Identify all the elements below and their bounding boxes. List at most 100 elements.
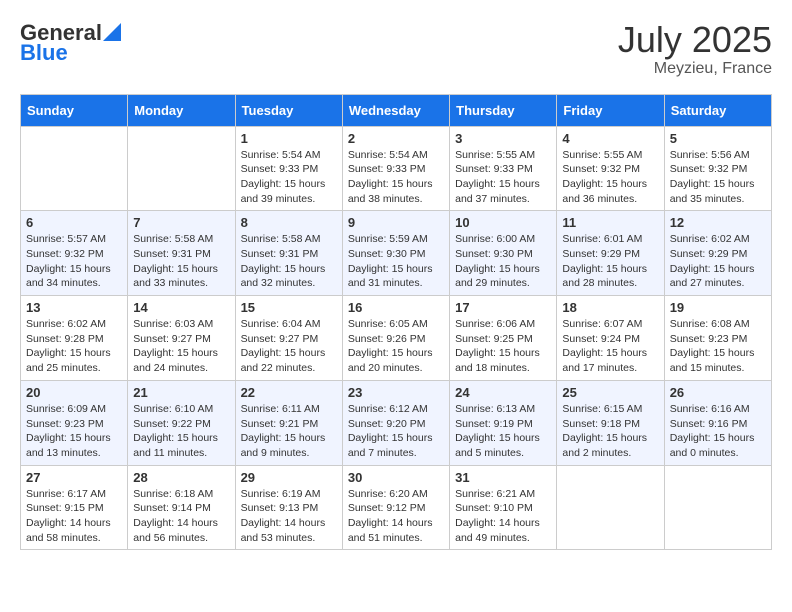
day-number: 30 bbox=[348, 470, 444, 485]
calendar-table: Sunday Monday Tuesday Wednesday Thursday… bbox=[20, 94, 772, 551]
day-detail: Sunrise: 5:58 AM Sunset: 9:31 PM Dayligh… bbox=[241, 232, 337, 291]
day-detail: Sunrise: 5:58 AM Sunset: 9:31 PM Dayligh… bbox=[133, 232, 229, 291]
day-detail: Sunrise: 5:57 AM Sunset: 9:32 PM Dayligh… bbox=[26, 232, 122, 291]
day-detail: Sunrise: 5:54 AM Sunset: 9:33 PM Dayligh… bbox=[348, 148, 444, 207]
table-row: 25 Sunrise: 6:15 AM Sunset: 9:18 PM Dayli… bbox=[557, 380, 664, 465]
day-number: 28 bbox=[133, 470, 229, 485]
table-row: 11 Sunrise: 6:01 AM Sunset: 9:29 PM Dayli… bbox=[557, 211, 664, 296]
day-number: 29 bbox=[241, 470, 337, 485]
day-number: 17 bbox=[455, 300, 551, 315]
table-row: 24Sunrise: 6:13 AM Sunset: 9:19 PM Dayli… bbox=[450, 380, 557, 465]
col-sunday: Sunday bbox=[21, 94, 128, 126]
day-number: 7 bbox=[133, 215, 229, 230]
table-row: 9 Sunrise: 5:59 AM Sunset: 9:30 PM Daylig… bbox=[342, 211, 449, 296]
page-header: General Blue July 2025 Meyzieu, France bbox=[20, 20, 772, 78]
table-row: 8Sunrise: 5:58 AM Sunset: 9:31 PM Daylig… bbox=[235, 211, 342, 296]
calendar-week-row: 6 Sunrise: 5:57 AM Sunset: 9:32 PM Daylig… bbox=[21, 211, 772, 296]
table-row: 18 Sunrise: 6:07 AM Sunset: 9:24 PM Dayli… bbox=[557, 296, 664, 381]
day-number: 27 bbox=[26, 470, 122, 485]
logo-triangle-icon bbox=[103, 23, 121, 41]
col-monday: Monday bbox=[128, 94, 235, 126]
day-detail: Sunrise: 6:07 AM Sunset: 9:24 PM Dayligh… bbox=[562, 317, 658, 376]
table-row: 12 Sunrise: 6:02 AM Sunset: 9:29 PM Dayli… bbox=[664, 211, 771, 296]
day-number: 18 bbox=[562, 300, 658, 315]
day-detail: Sunrise: 6:20 AM Sunset: 9:12 PM Dayligh… bbox=[348, 487, 444, 546]
day-detail: Sunrise: 6:00 AM Sunset: 9:30 PM Dayligh… bbox=[455, 232, 551, 291]
table-row: 10 Sunrise: 6:00 AM Sunset: 9:30 PM Dayli… bbox=[450, 211, 557, 296]
day-number: 4 bbox=[562, 131, 658, 146]
day-number: 26 bbox=[670, 385, 766, 400]
location-subtitle: Meyzieu, France bbox=[618, 60, 772, 78]
day-number: 3 bbox=[455, 131, 551, 146]
day-detail: Sunrise: 5:59 AM Sunset: 9:30 PM Dayligh… bbox=[348, 232, 444, 291]
day-number: 23 bbox=[348, 385, 444, 400]
table-row: 22 Sunrise: 6:11 AM Sunset: 9:21 PM Dayli… bbox=[235, 380, 342, 465]
day-number: 24 bbox=[455, 385, 551, 400]
day-number: 12 bbox=[670, 215, 766, 230]
month-year-title: July 2025 bbox=[618, 20, 772, 60]
day-detail: Sunrise: 6:05 AM Sunset: 9:26 PM Dayligh… bbox=[348, 317, 444, 376]
day-detail: Sunrise: 6:15 AM Sunset: 9:18 PM Dayligh… bbox=[562, 402, 658, 461]
day-detail: Sunrise: 6:06 AM Sunset: 9:25 PM Dayligh… bbox=[455, 317, 551, 376]
calendar-header-row: Sunday Monday Tuesday Wednesday Thursday… bbox=[21, 94, 772, 126]
table-row: 23 Sunrise: 6:12 AM Sunset: 9:20 PM Dayli… bbox=[342, 380, 449, 465]
table-row: 20 Sunrise: 6:09 AM Sunset: 9:23 PM Dayli… bbox=[21, 380, 128, 465]
day-number: 25 bbox=[562, 385, 658, 400]
table-row: 15Sunrise: 6:04 AM Sunset: 9:27 PM Dayli… bbox=[235, 296, 342, 381]
col-wednesday: Wednesday bbox=[342, 94, 449, 126]
calendar-week-row: 27 Sunrise: 6:17 AM Sunset: 9:15 PM Dayli… bbox=[21, 465, 772, 550]
day-detail: Sunrise: 6:11 AM Sunset: 9:21 PM Dayligh… bbox=[241, 402, 337, 461]
table-row: 26 Sunrise: 6:16 AM Sunset: 9:16 PM Dayli… bbox=[664, 380, 771, 465]
day-number: 9 bbox=[348, 215, 444, 230]
table-row bbox=[664, 465, 771, 550]
table-row: 6 Sunrise: 5:57 AM Sunset: 9:32 PM Daylig… bbox=[21, 211, 128, 296]
table-row: 2Sunrise: 5:54 AM Sunset: 9:33 PM Daylig… bbox=[342, 126, 449, 211]
table-row: 13 Sunrise: 6:02 AM Sunset: 9:28 PM Dayli… bbox=[21, 296, 128, 381]
day-detail: Sunrise: 6:02 AM Sunset: 9:29 PM Dayligh… bbox=[670, 232, 766, 291]
table-row: 27 Sunrise: 6:17 AM Sunset: 9:15 PM Dayli… bbox=[21, 465, 128, 550]
table-row: 3 Sunrise: 5:55 AM Sunset: 9:33 PM Daylig… bbox=[450, 126, 557, 211]
day-number: 16 bbox=[348, 300, 444, 315]
day-detail: Sunrise: 6:01 AM Sunset: 9:29 PM Dayligh… bbox=[562, 232, 658, 291]
day-detail: Sunrise: 6:09 AM Sunset: 9:23 PM Dayligh… bbox=[26, 402, 122, 461]
day-detail: Sunrise: 6:02 AM Sunset: 9:28 PM Dayligh… bbox=[26, 317, 122, 376]
table-row: 1Sunrise: 5:54 AM Sunset: 9:33 PM Daylig… bbox=[235, 126, 342, 211]
day-number: 22 bbox=[241, 385, 337, 400]
day-detail: Sunrise: 6:12 AM Sunset: 9:20 PM Dayligh… bbox=[348, 402, 444, 461]
day-detail: Sunrise: 6:17 AM Sunset: 9:15 PM Dayligh… bbox=[26, 487, 122, 546]
calendar-week-row: 1Sunrise: 5:54 AM Sunset: 9:33 PM Daylig… bbox=[21, 126, 772, 211]
table-row: 14Sunrise: 6:03 AM Sunset: 9:27 PM Dayli… bbox=[128, 296, 235, 381]
table-row bbox=[21, 126, 128, 211]
col-thursday: Thursday bbox=[450, 94, 557, 126]
day-number: 15 bbox=[241, 300, 337, 315]
table-row: 5 Sunrise: 5:56 AM Sunset: 9:32 PM Daylig… bbox=[664, 126, 771, 211]
col-tuesday: Tuesday bbox=[235, 94, 342, 126]
table-row bbox=[557, 465, 664, 550]
day-detail: Sunrise: 5:56 AM Sunset: 9:32 PM Dayligh… bbox=[670, 148, 766, 207]
day-number: 20 bbox=[26, 385, 122, 400]
calendar-week-row: 20 Sunrise: 6:09 AM Sunset: 9:23 PM Dayli… bbox=[21, 380, 772, 465]
day-number: 14 bbox=[133, 300, 229, 315]
day-number: 10 bbox=[455, 215, 551, 230]
col-friday: Friday bbox=[557, 94, 664, 126]
table-row: 17 Sunrise: 6:06 AM Sunset: 9:25 PM Dayli… bbox=[450, 296, 557, 381]
day-detail: Sunrise: 5:55 AM Sunset: 9:33 PM Dayligh… bbox=[455, 148, 551, 207]
day-number: 31 bbox=[455, 470, 551, 485]
table-row: 29Sunrise: 6:19 AM Sunset: 9:13 PM Dayli… bbox=[235, 465, 342, 550]
table-row: 7 Sunrise: 5:58 AM Sunset: 9:31 PM Daylig… bbox=[128, 211, 235, 296]
table-row: 30 Sunrise: 6:20 AM Sunset: 9:12 PM Dayli… bbox=[342, 465, 449, 550]
table-row: 19Sunrise: 6:08 AM Sunset: 9:23 PM Dayli… bbox=[664, 296, 771, 381]
day-detail: Sunrise: 6:21 AM Sunset: 9:10 PM Dayligh… bbox=[455, 487, 551, 546]
day-number: 11 bbox=[562, 215, 658, 230]
day-number: 5 bbox=[670, 131, 766, 146]
table-row: 4Sunrise: 5:55 AM Sunset: 9:32 PM Daylig… bbox=[557, 126, 664, 211]
logo-blue-text: Blue bbox=[20, 40, 68, 66]
day-detail: Sunrise: 5:54 AM Sunset: 9:33 PM Dayligh… bbox=[241, 148, 337, 207]
day-number: 6 bbox=[26, 215, 122, 230]
title-section: July 2025 Meyzieu, France bbox=[618, 20, 772, 78]
table-row: 21Sunrise: 6:10 AM Sunset: 9:22 PM Dayli… bbox=[128, 380, 235, 465]
table-row: 28 Sunrise: 6:18 AM Sunset: 9:14 PM Dayli… bbox=[128, 465, 235, 550]
day-detail: Sunrise: 6:18 AM Sunset: 9:14 PM Dayligh… bbox=[133, 487, 229, 546]
day-detail: Sunrise: 6:16 AM Sunset: 9:16 PM Dayligh… bbox=[670, 402, 766, 461]
day-number: 13 bbox=[26, 300, 122, 315]
